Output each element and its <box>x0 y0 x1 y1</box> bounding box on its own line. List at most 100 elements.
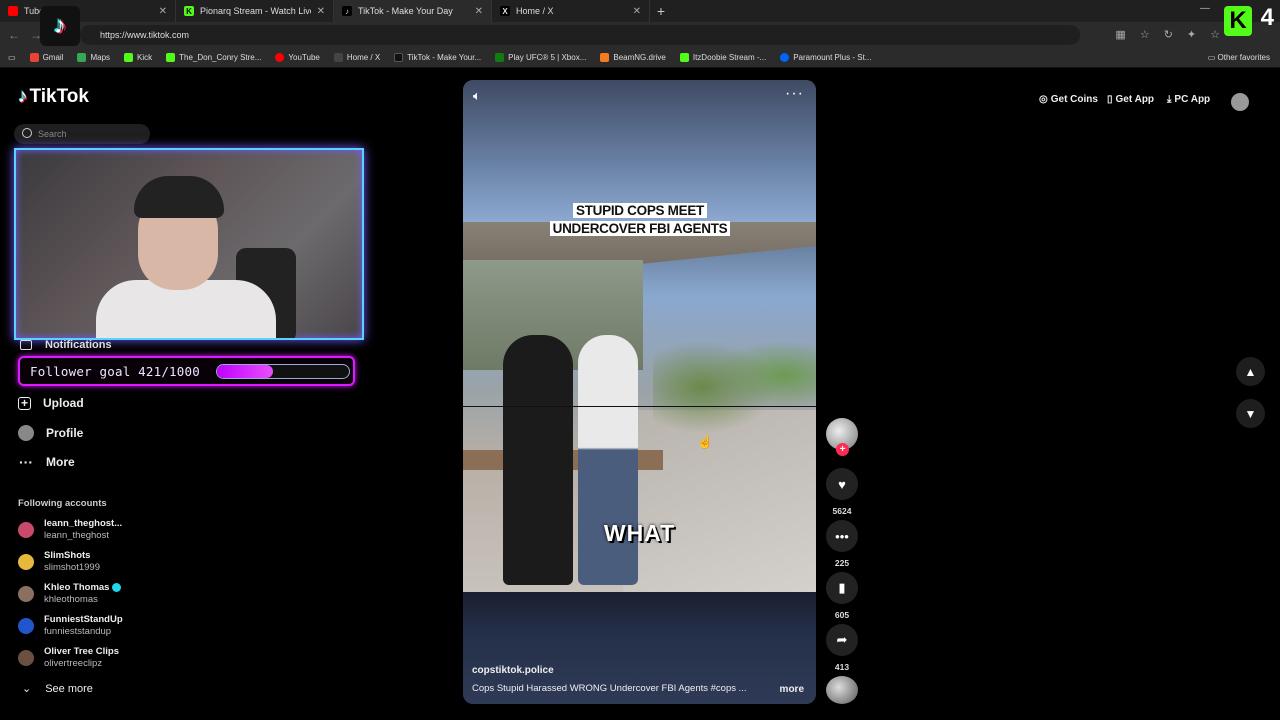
phone-icon: ▯ <box>1107 94 1113 105</box>
youtube-icon <box>275 53 285 62</box>
bookmark-item[interactable]: Home / X <box>333 53 380 62</box>
kick-icon <box>166 53 176 62</box>
app-icon[interactable]: ▦ <box>1115 28 1125 41</box>
close-tab-icon[interactable]: ✕ <box>317 6 325 17</box>
refresh-icon[interactable]: ↻ <box>1164 28 1173 41</box>
tiktok-icon <box>394 53 404 62</box>
x-icon: X <box>500 6 510 16</box>
pc-app-button[interactable]: ⤓ PC App <box>1167 94 1210 105</box>
search-input[interactable]: Search <box>14 124 150 144</box>
xbox-icon <box>495 53 505 62</box>
comment-action[interactable]: ••• 225 <box>826 520 858 568</box>
bookmark-item[interactable]: Maps <box>77 53 110 62</box>
bookmark-icon[interactable]: ▮ <box>826 572 858 604</box>
follow-plus-icon[interactable]: + <box>836 443 849 456</box>
follower-goal-fill <box>217 365 273 378</box>
extension-icon[interactable]: ✦ <box>1187 28 1196 41</box>
next-video-button[interactable]: ▼ <box>1236 399 1265 428</box>
minimize-icon[interactable]: — <box>1200 3 1210 14</box>
favorites-icon[interactable]: ☆ <box>1210 28 1220 41</box>
tiktok-logo[interactable]: ♪ TikTok <box>18 86 89 108</box>
bookmark-item[interactable]: ItzDoobie Stream -... <box>679 53 767 62</box>
follower-goal-text: Follower goal 421/1000 <box>30 363 200 379</box>
following-account[interactable]: leann_theghost... leann_theghost <box>18 518 122 542</box>
like-action[interactable]: ♥ 5624 <box>826 468 858 516</box>
video-person-right <box>578 335 638 585</box>
youtube-icon <box>8 6 18 16</box>
bookmark-label: TikTok - Make Your... <box>407 53 482 62</box>
browser-tab-active[interactable]: ♪ TikTok - Make Your Day ✕ <box>334 0 492 22</box>
bookmark-label: BeamNG.drive <box>613 53 666 62</box>
nav-notifications[interactable]: Notifications <box>45 339 112 351</box>
user-avatar[interactable] <box>1231 93 1249 111</box>
music-disc-avatar[interactable] <box>826 676 858 704</box>
follower-goal-widget: Follower goal 421/1000 <box>18 356 355 386</box>
share-action[interactable]: ➦ 413 <box>826 624 858 672</box>
browser-tab[interactable]: X Home / X ✕ <box>492 0 650 22</box>
maps-icon <box>77 53 87 62</box>
video-player[interactable]: STUPID COPS MEET UNDERCOVER FBI AGENTS W… <box>463 80 816 704</box>
account-name: leann_theghost... <box>44 518 123 529</box>
video-more-button[interactable]: more <box>780 684 804 695</box>
nav-profile[interactable]: Profile <box>18 425 83 441</box>
account-avatar <box>18 554 34 570</box>
bookmark-item[interactable]: Gmail <box>29 53 64 62</box>
star-icon[interactable]: ☆ <box>1140 28 1150 41</box>
comment-count: 225 <box>834 558 850 568</box>
bookmark-item[interactable]: TikTok - Make Your... <box>394 53 481 62</box>
get-coins-label: Get Coins <box>1050 94 1098 105</box>
bookmark-label: Paramount Plus - St... <box>793 53 872 62</box>
share-count: 413 <box>834 662 850 672</box>
account-avatar <box>18 650 34 666</box>
following-account[interactable]: SlimShots slimshot1999 <box>18 550 100 574</box>
account-name: SlimShots <box>44 550 91 561</box>
see-more-button[interactable]: ⌄ See more <box>22 682 93 696</box>
account-name: Oliver Tree Clips <box>44 646 119 657</box>
x-icon <box>333 53 343 62</box>
streamer-webcam <box>14 148 364 340</box>
bookmark-item[interactable]: YouTube <box>275 53 320 62</box>
heart-icon[interactable]: ♥ <box>826 468 858 500</box>
nav-profile-label: Profile <box>46 426 84 440</box>
save-action[interactable]: ▮ 605 <box>826 572 858 620</box>
gmail-icon <box>29 53 39 62</box>
close-tab-icon[interactable]: ✕ <box>633 6 641 17</box>
follower-goal-bar <box>216 364 350 379</box>
nav-upload[interactable]: + Upload <box>18 396 84 410</box>
following-account[interactable]: Khleo Thomas khleothomas <box>18 582 122 606</box>
bookmark-label: Gmail <box>42 53 64 62</box>
following-account[interactable]: FunniestStandUp funnieststandup <box>18 614 123 638</box>
comment-icon[interactable]: ••• <box>826 520 858 552</box>
following-account[interactable]: Oliver Tree Clips olivertreeclipz <box>18 646 119 670</box>
bookmark-item[interactable]: Play UFC® 5 | Xbox... <box>495 53 586 62</box>
browser-tab[interactable]: Tube ✕ <box>0 0 176 22</box>
verified-badge-icon <box>112 582 122 592</box>
bookmark-item[interactable]: The_Don_Conry Stre... <box>166 53 261 62</box>
bookmark-label: YouTube <box>288 53 320 62</box>
video-options-icon[interactable]: ··· <box>785 85 804 103</box>
get-coins-button[interactable]: ◎ Get Coins <box>1039 94 1098 105</box>
video-author[interactable]: copstiktok.police <box>472 665 554 676</box>
volume-icon[interactable]: 🔈︎ <box>473 88 481 104</box>
bookmark-item[interactable]: Paramount Plus - St... <box>780 53 871 62</box>
bookmark-item[interactable]: Kick <box>124 53 152 62</box>
bookmark-label: ItzDoobie Stream -... <box>692 53 767 62</box>
video-person-left <box>503 335 573 585</box>
url-field[interactable]: https://www.tiktok.com <box>80 25 1080 45</box>
coin-icon: ◎ <box>1039 94 1048 105</box>
account-avatar <box>18 586 34 602</box>
nav-more[interactable]: ··· More <box>18 454 75 470</box>
browser-tab[interactable]: K Pionarq Stream - Watch Live ✕ <box>176 0 334 22</box>
bookmark-apps-icon[interactable]: ▭ <box>8 53 16 62</box>
other-favorites[interactable]: ▭ Other favorites <box>1208 53 1270 62</box>
share-icon[interactable]: ➦ <box>826 624 858 656</box>
new-tab-button[interactable]: + <box>650 3 672 19</box>
get-app-button[interactable]: ▯ Get App <box>1107 94 1154 105</box>
close-tab-icon[interactable]: ✕ <box>159 6 167 17</box>
close-tab-icon[interactable]: ✕ <box>475 6 483 17</box>
previous-video-button[interactable]: ▲ <box>1236 357 1265 386</box>
nav-more-label: More <box>46 455 75 469</box>
video-horizontal-line <box>463 406 816 407</box>
bookmark-item[interactable]: BeamNG.drive <box>600 53 666 62</box>
back-icon[interactable]: ← <box>8 28 20 42</box>
